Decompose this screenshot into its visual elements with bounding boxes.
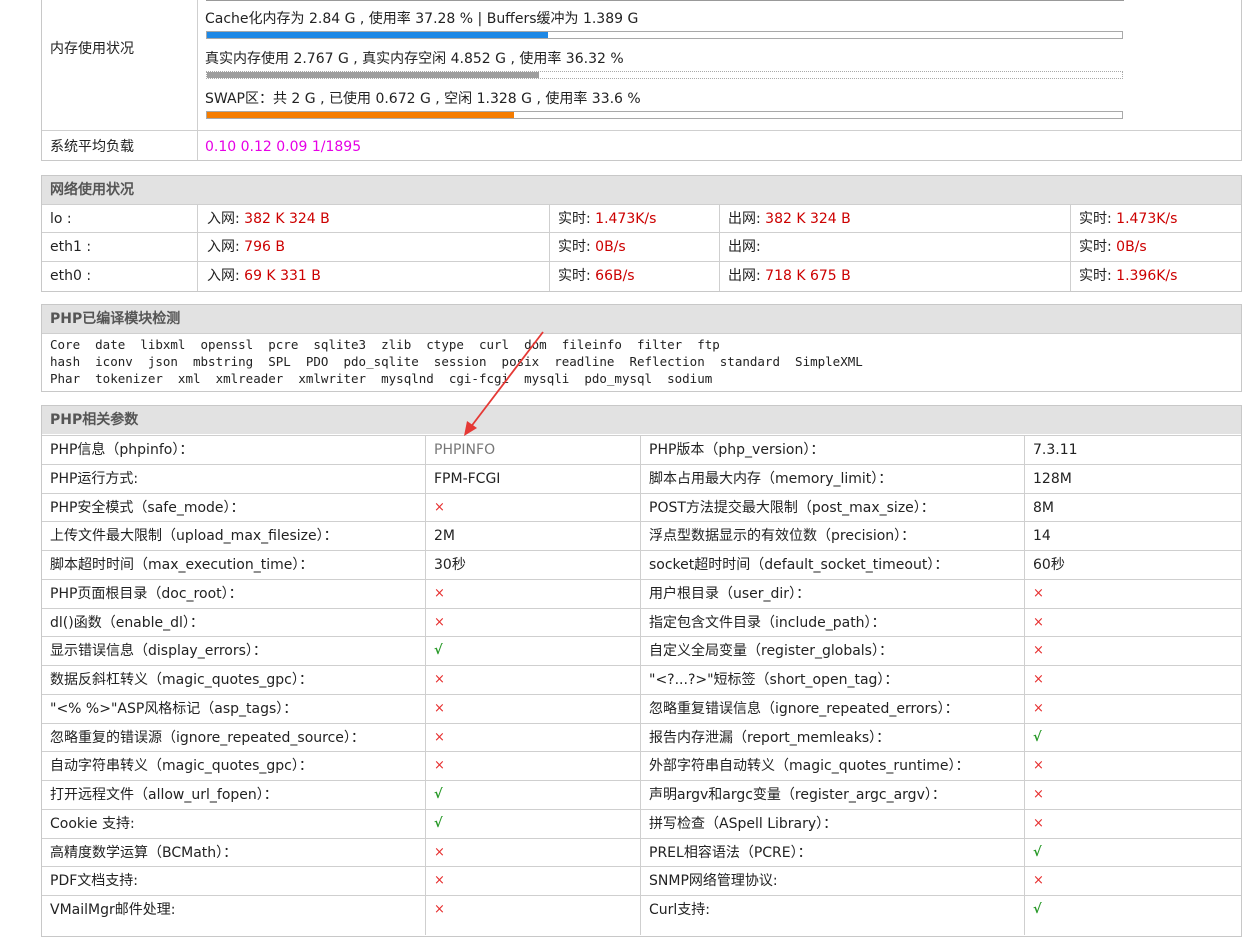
annotation-arrow-icon [464, 331, 544, 436]
